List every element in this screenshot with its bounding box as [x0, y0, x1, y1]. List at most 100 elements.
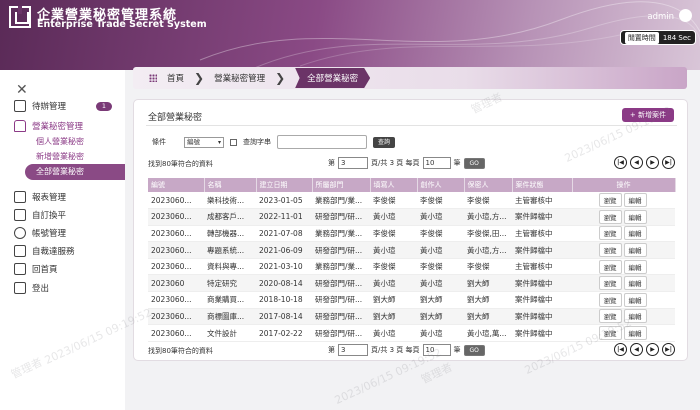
cell-creator: 黃小瑄 [417, 241, 464, 259]
sidebar-item-accounts[interactable]: 帳號管理 [14, 227, 66, 239]
sidebar-sub-all[interactable]: 全部營業秘密 [25, 164, 125, 180]
next-page-icon[interactable]: ▶ [646, 156, 659, 169]
col-header-filler[interactable]: 填寫人 [370, 178, 418, 192]
search-button[interactable]: 查詢 [373, 136, 396, 148]
cell-status: 案件歸檔中 [512, 274, 572, 293]
cell-name: 商標圖庫... [204, 308, 256, 326]
table-row[interactable]: 2023060... 專題系統... 2021-06-09 研發部門/研... 黃小瑄黃… [148, 241, 675, 259]
cell-date: 2021-07-08 [256, 225, 312, 243]
cell-creator: 劉大師 [417, 291, 464, 309]
todo-count-badge: 1 [96, 102, 112, 111]
breadcrumb-home[interactable]: 首頁 [167, 72, 184, 84]
edit-button[interactable]: 編輯 [623, 276, 647, 291]
grid-icon [149, 74, 157, 82]
user-name[interactable]: admin [647, 12, 674, 22]
page-number-input[interactable]: 3 [338, 157, 368, 169]
col-header-creator[interactable]: 創作人 [417, 178, 465, 192]
edit-button[interactable]: 編輯 [623, 226, 647, 241]
per-page-input[interactable]: 10 [422, 157, 451, 169]
close-icon[interactable]: ✕ [16, 82, 28, 98]
prev-page-icon[interactable]: ◀ [630, 156, 643, 169]
view-button[interactable]: 瀏覽 [598, 209, 622, 224]
edit-button[interactable]: 編輯 [623, 326, 647, 341]
cell-id: 2023060... [148, 258, 204, 276]
table-row[interactable]: 2023060... 成都客戶... 2022-11-01 研發部門/研... 黃小瑄黃… [148, 208, 675, 226]
cell-dept: 研發部門/研... [312, 308, 370, 326]
col-header-name[interactable]: 名稱 [204, 178, 257, 192]
cell-status: 案件歸檔中 [512, 308, 572, 326]
view-button[interactable]: 瀏覽 [598, 309, 622, 324]
sidebar-item-reports[interactable]: 報表管理 [14, 191, 66, 203]
sidebar-sub-personal[interactable]: 個人營業秘密 [36, 136, 84, 147]
sidebar-item-trade-secret[interactable]: 營業秘密管理 [14, 120, 83, 132]
sidebar-item-todo[interactable]: 待辦管理 [14, 100, 66, 112]
last-page-icon[interactable]: ▶| [662, 343, 675, 356]
cell-filler: 黃小瑄 [370, 241, 417, 259]
table-row[interactable]: 2023060... 文件設計 2017-02-22 研發部門/研... 黃小瑄 黃小瑄黃… [148, 324, 675, 342]
next-page-icon[interactable]: ▶ [646, 343, 659, 356]
go-button[interactable]: GO [463, 157, 485, 169]
last-page-icon[interactable]: ▶| [662, 156, 675, 169]
sidebar-item-custom[interactable]: 自訂換平 [14, 209, 66, 221]
edit-button[interactable]: 編輯 [623, 309, 647, 324]
prev-page-icon[interactable]: ◀ [630, 343, 643, 356]
edit-button[interactable]: 編輯 [623, 243, 647, 258]
cell-name: 轉部機器... [204, 225, 256, 243]
view-button[interactable]: 瀏覽 [598, 243, 622, 258]
view-button[interactable]: 瀏覽 [598, 292, 622, 307]
col-header-actions: 操作 [572, 178, 676, 192]
first-page-icon[interactable]: |◀ [614, 343, 627, 356]
page-title: 全部營業秘密 [148, 113, 203, 123]
view-button[interactable]: 瀏覽 [598, 226, 622, 241]
edit-button[interactable]: 編輯 [623, 209, 647, 224]
view-button[interactable]: 瀏覽 [598, 326, 622, 341]
page-number-input[interactable]: 3 [338, 344, 368, 356]
cell-filler: 黃小瑄 [370, 274, 417, 293]
col-header-keeper[interactable]: 保密人 [464, 178, 513, 192]
cell-actions: 瀏覽 編輯 [572, 274, 675, 293]
col-header-dept[interactable]: 所屬部門 [312, 178, 371, 192]
view-button[interactable]: 瀏覽 [598, 193, 622, 208]
edit-button[interactable]: 編輯 [623, 292, 647, 307]
table-row[interactable]: 2023060... 轉部機器... 2021-07-08 業務部門/業... 李俊傑李… [148, 225, 675, 243]
col-header-status[interactable]: 案件狀態 [512, 178, 573, 192]
table-row[interactable]: 2023060... 資料與專... 2021-03-10 業務部門/業... 李俊傑李… [148, 258, 675, 276]
cell-name: 商業購買... [204, 291, 256, 309]
first-page-icon[interactable]: |◀ [614, 156, 627, 169]
go-button[interactable]: GO [463, 344, 485, 356]
view-button[interactable]: 瀏覽 [598, 259, 622, 274]
sidebar-item-logout[interactable]: 登出 [14, 282, 49, 294]
avatar[interactable] [679, 9, 692, 22]
sidebar-item-service[interactable]: 自裁達服務 [14, 245, 75, 257]
table-row[interactable]: 2023060... 樂科技術... 2023-01-05 業務部門/業... 李俊傑李… [148, 192, 675, 210]
col-header-id[interactable]: 編號 [148, 178, 205, 192]
cell-actions: 瀏覽 編輯 [572, 208, 675, 226]
page-total: 頁/共 3 頁 每頁 [371, 159, 420, 167]
col-header-date[interactable]: 建立日期 [256, 178, 313, 192]
cell-keeper: 黃小瑄,萬... [464, 324, 512, 342]
add-case-button[interactable]: + 新增案件 [621, 108, 674, 122]
contains-label: 查詢字串 [243, 138, 271, 146]
result-count: 找到80筆符合的資料 [148, 347, 213, 355]
edit-button[interactable]: 編輯 [623, 259, 647, 274]
cell-dept: 業務部門/業... [312, 258, 370, 276]
table-row[interactable]: 2023060... 商標圖庫... 2017-08-14 研發部門/研... 劉大師劉… [148, 308, 675, 326]
sidebar-sub-new[interactable]: 新增營業秘密 [36, 151, 84, 162]
filter-field-select[interactable]: 編號 [184, 136, 224, 148]
logout-icon [14, 282, 26, 294]
per-page-input[interactable]: 10 [422, 344, 451, 356]
sidebar-item-home[interactable]: 回首頁 [14, 263, 58, 275]
sidebar-item-label: 帳號管理 [32, 229, 67, 239]
breadcrumb-trade-secret[interactable]: 營業秘密管理 [214, 72, 265, 84]
result-count: 找到80筆符合的資料 [148, 160, 213, 168]
idle-timer-label: 閒置時間 [624, 31, 659, 44]
contains-checkbox[interactable] [230, 138, 237, 146]
table-row[interactable]: 2023060... 商業購買... 2018-10-18 研發部門/研... 劉大師劉… [148, 291, 675, 309]
cell-keeper: 黃小瑄,方... [464, 208, 512, 226]
edit-button[interactable]: 編輯 [623, 193, 647, 208]
view-button[interactable]: 瀏覽 [598, 276, 622, 291]
page-total: 頁/共 3 頁 每頁 [371, 346, 420, 354]
table-row[interactable]: 2023060 特定研究 2020-08-14 研發部門/研... 黃小瑄 黃小瑄 劉大師案… [148, 274, 675, 293]
search-input[interactable] [277, 135, 367, 149]
cell-keeper: 劉大師 [464, 308, 512, 326]
